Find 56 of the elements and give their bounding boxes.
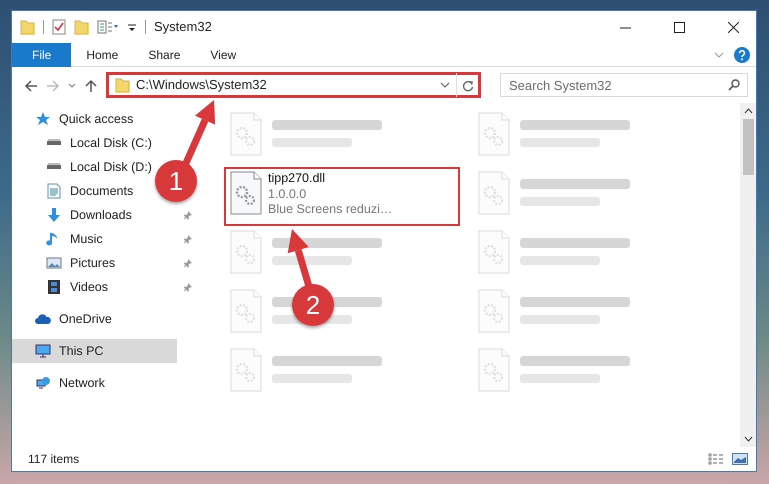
document-icon xyxy=(46,183,62,199)
help-icon[interactable] xyxy=(734,46,750,62)
file-detail: 1.0.0.0 xyxy=(268,186,308,202)
nav-item[interactable]: This PC xyxy=(12,339,177,363)
nav-item[interactable]: Quick access xyxy=(12,107,177,131)
search-field[interactable]: Search System32 xyxy=(500,73,748,97)
close-icon xyxy=(728,22,738,34)
view-options-icon[interactable] xyxy=(97,19,119,35)
ribbon-tab[interactable]: View xyxy=(195,42,252,66)
refresh-icon xyxy=(462,80,474,92)
nav-item[interactable]: OneDrive xyxy=(12,307,177,331)
nav-item[interactable]: Downloads xyxy=(12,203,205,227)
item-count: 117 items xyxy=(28,451,80,468)
forward-arrow-icon xyxy=(46,78,60,93)
scrollbar-thumb[interactable] xyxy=(742,119,754,175)
dll-file-icon xyxy=(230,171,262,215)
nav-item[interactable]: Local Disk (C:) xyxy=(12,131,205,155)
up-arrow-icon xyxy=(84,78,98,93)
dropdown-icon[interactable] xyxy=(440,82,450,88)
pin-icon[interactable] xyxy=(183,234,193,244)
nav-item[interactable]: Music xyxy=(12,227,205,251)
details-view-icon[interactable] xyxy=(708,453,724,465)
nav-item[interactable]: Network xyxy=(12,371,177,395)
drive-icon xyxy=(46,139,62,147)
pin-icon[interactable] xyxy=(183,258,193,268)
expand-ribbon-icon[interactable] xyxy=(714,50,724,58)
scroll-down-icon[interactable] xyxy=(744,436,752,442)
file-tile[interactable]: tipp270.dll 1.0.0.0 Blue Screens reduzi… xyxy=(224,167,460,226)
large-icons-view-icon[interactable] xyxy=(732,453,748,465)
drive-icon xyxy=(46,163,62,171)
file-menu-button[interactable]: File xyxy=(12,42,72,66)
new-folder-icon[interactable] xyxy=(74,19,89,35)
pin-icon[interactable] xyxy=(183,210,193,220)
nav-item[interactable]: Videos xyxy=(12,275,205,299)
scroll-up-icon[interactable] xyxy=(744,108,752,114)
nav-item[interactable]: Pictures xyxy=(12,251,205,275)
file-name: tipp270.dll xyxy=(268,171,326,187)
down-arrow-icon xyxy=(46,207,62,223)
back-arrow-icon xyxy=(24,78,38,93)
search-icon[interactable] xyxy=(728,79,740,91)
window-title: System32 xyxy=(154,18,212,36)
properties-icon[interactable] xyxy=(52,19,66,35)
star-icon xyxy=(35,111,51,127)
ribbon-tab[interactable]: Share xyxy=(133,42,196,66)
caret-icon xyxy=(68,82,76,89)
maximize-icon xyxy=(674,22,684,34)
network-icon xyxy=(35,375,51,391)
monitor-icon xyxy=(35,343,51,359)
picture-icon xyxy=(46,255,62,271)
film-icon xyxy=(46,279,62,295)
ribbon-tab[interactable]: Home xyxy=(71,42,134,66)
address-bar[interactable]: C:\Windows\System32 xyxy=(106,72,481,98)
folder-icon xyxy=(20,19,35,35)
folder-icon xyxy=(115,77,130,93)
file-detail: Blue Screens reduzi… xyxy=(268,202,392,218)
pin-icon[interactable] xyxy=(183,282,193,292)
